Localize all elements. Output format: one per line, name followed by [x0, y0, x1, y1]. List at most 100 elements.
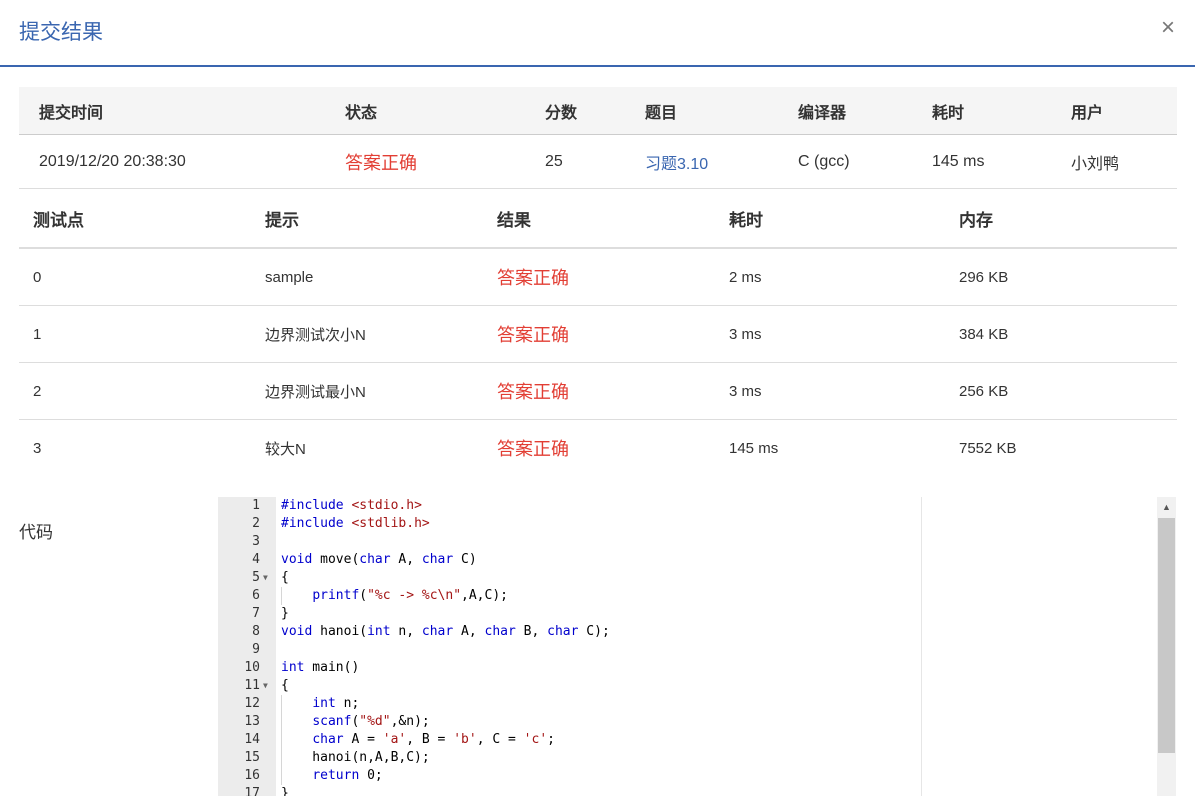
- line-number: 9: [252, 642, 260, 657]
- status-badge: 答案正确: [345, 134, 545, 189]
- case-id: 2: [19, 362, 265, 420]
- cases-header-row: 测试点 提示 结果 耗时 内存: [19, 190, 1177, 249]
- code-line: 5 ▼ {: [218, 569, 1176, 587]
- editor-scrollbar[interactable]: ▲: [1157, 497, 1176, 796]
- case-result: 答案正确: [497, 248, 729, 306]
- table-row: 2 边界测试最小N 答案正确 3 ms 256 KB: [19, 362, 1177, 420]
- close-icon[interactable]: ×: [1161, 14, 1175, 42]
- code-line: 13 scanf("%d",&n);: [218, 713, 1176, 731]
- case-id: 3: [33, 439, 42, 457]
- line-number: 13: [244, 714, 260, 729]
- case-id: 0: [19, 248, 265, 306]
- line-number: 4: [252, 552, 260, 567]
- case-memory: 7552 KB: [959, 439, 1017, 457]
- code-line: 2 #include <stdlib.h>: [218, 515, 1176, 533]
- code-text: #include <stdlib.h>: [281, 516, 430, 531]
- code-text: int n;: [312, 696, 360, 711]
- summary-row: 2019/12/20 20:38:30 答案正确 25 习题3.10 C (gc…: [19, 134, 1177, 189]
- line-number: 7: [252, 606, 260, 621]
- code-line: 6 printf("%c -> %c\n",A,C);: [218, 587, 1176, 605]
- col-test-point: 测试点: [19, 190, 265, 249]
- case-time: 2 ms: [729, 248, 959, 306]
- dialog-title: 提交结果: [19, 21, 103, 44]
- scroll-up-icon[interactable]: ▲: [1157, 497, 1176, 517]
- problem-link[interactable]: 习题3.10: [645, 134, 798, 189]
- line-number: 8: [252, 624, 260, 639]
- dialog-header: 提交结果 ×: [0, 0, 1195, 67]
- case-memory: 384 KB: [959, 305, 1177, 363]
- code-editor[interactable]: 1 #include <stdio.h> 2 #include <stdlib.h> 3…: [218, 497, 1176, 796]
- code-text: #include <stdio.h>: [281, 498, 422, 513]
- fold-arrow-icon[interactable]: ▼: [263, 569, 268, 587]
- code-line: 14 char A = 'a', B = 'b', C = 'c';: [218, 731, 1176, 749]
- code-text: {: [281, 570, 289, 585]
- code-label: 代码: [19, 523, 53, 542]
- line-number: 2: [252, 516, 260, 531]
- case-hint: 边界测试次小N: [265, 305, 497, 363]
- col-memory: 内存: [959, 190, 1177, 249]
- case-hint: sample: [265, 248, 497, 306]
- case-memory: 296 KB: [959, 248, 1177, 306]
- col-time: 耗时: [729, 190, 959, 249]
- fold-arrow-icon[interactable]: ▼: [263, 677, 268, 695]
- code-line: 12 int n;: [218, 695, 1176, 713]
- code-text: printf("%c -> %c\n",A,C);: [312, 588, 508, 603]
- user-name: 小刘鸭: [1071, 134, 1177, 189]
- code-line: 16 return 0;: [218, 767, 1176, 785]
- summary-header-row: 提交时间 状态 分数 题目 编译器 耗时 用户: [19, 87, 1177, 135]
- code-text: scanf("%d",&n);: [312, 714, 430, 729]
- compiler: C (gcc): [798, 134, 932, 189]
- case-result: 答案正确: [497, 439, 569, 459]
- elapsed-time: 145 ms: [932, 134, 1071, 189]
- case-memory: 256 KB: [959, 362, 1177, 420]
- line-number: 11: [244, 678, 260, 693]
- code-text: return 0;: [312, 768, 383, 783]
- col-submit-time: 提交时间: [19, 87, 345, 135]
- case-hint: 较大N: [265, 440, 306, 458]
- col-result: 结果: [497, 190, 729, 249]
- score: 25: [545, 134, 645, 189]
- case-result: 答案正确: [497, 362, 729, 420]
- code-text: char A = 'a', B = 'b', C = 'c';: [312, 732, 555, 747]
- table-row: 0 sample 答案正确 2 ms 296 KB: [19, 248, 1177, 306]
- code-text: hanoi(n,A,B,C);: [281, 750, 430, 765]
- line-number: 10: [244, 660, 260, 675]
- test-case-table: 测试点 提示 结果 耗时 内存 0 sample 答案正确 2 ms 296 K…: [19, 190, 1177, 476]
- line-number: 17: [244, 786, 260, 796]
- code-line: 3: [218, 533, 1176, 551]
- code-line: 8 void hanoi(int n, char A, char B, char …: [218, 623, 1176, 641]
- code-text: int main(): [281, 660, 360, 675]
- col-status: 状态: [345, 87, 545, 135]
- code-text: void move(char A, char C): [281, 552, 477, 567]
- code-line: 10 int main(): [218, 659, 1176, 677]
- code-text: }: [281, 786, 289, 796]
- line-number: 15: [244, 750, 260, 765]
- line-number: 6: [252, 588, 260, 603]
- code-text: {: [281, 678, 289, 693]
- line-number: 16: [244, 768, 260, 783]
- submission-summary-table: 提交时间 状态 分数 题目 编译器 耗时 用户 2019/12/20 20:38…: [19, 87, 1177, 189]
- code-line: 7}: [218, 605, 1176, 623]
- line-number: 12: [244, 696, 260, 711]
- scrollbar-thumb[interactable]: [1158, 518, 1175, 753]
- line-number: 14: [244, 732, 260, 747]
- case-time: 145 ms: [729, 439, 779, 457]
- line-number: 3: [252, 534, 260, 549]
- table-row: 3 较大N 答案正确 145 ms 7552 KB: [19, 420, 1177, 477]
- col-score: 分数: [545, 87, 645, 135]
- code-line: 17}: [218, 785, 1176, 796]
- table-row: 1 边界测试次小N 答案正确 3 ms 384 KB: [19, 305, 1177, 363]
- case-hint: 边界测试最小N: [265, 362, 497, 420]
- col-problem: 题目: [645, 87, 798, 135]
- col-hint: 提示: [265, 190, 497, 249]
- code-text: }: [281, 606, 289, 621]
- code-line: 9: [218, 641, 1176, 659]
- code-line: 15 hanoi(n,A,B,C);: [218, 749, 1176, 767]
- col-user: 用户: [1071, 87, 1177, 135]
- line-number: 1: [252, 498, 260, 513]
- code-line: 1 #include <stdio.h>: [218, 497, 1176, 515]
- col-compiler: 编译器: [798, 87, 932, 135]
- code-line: 11 ▼ {: [218, 677, 1176, 695]
- case-time: 3 ms: [729, 362, 959, 420]
- code-text: void hanoi(int n, char A, char B, char C…: [281, 624, 610, 639]
